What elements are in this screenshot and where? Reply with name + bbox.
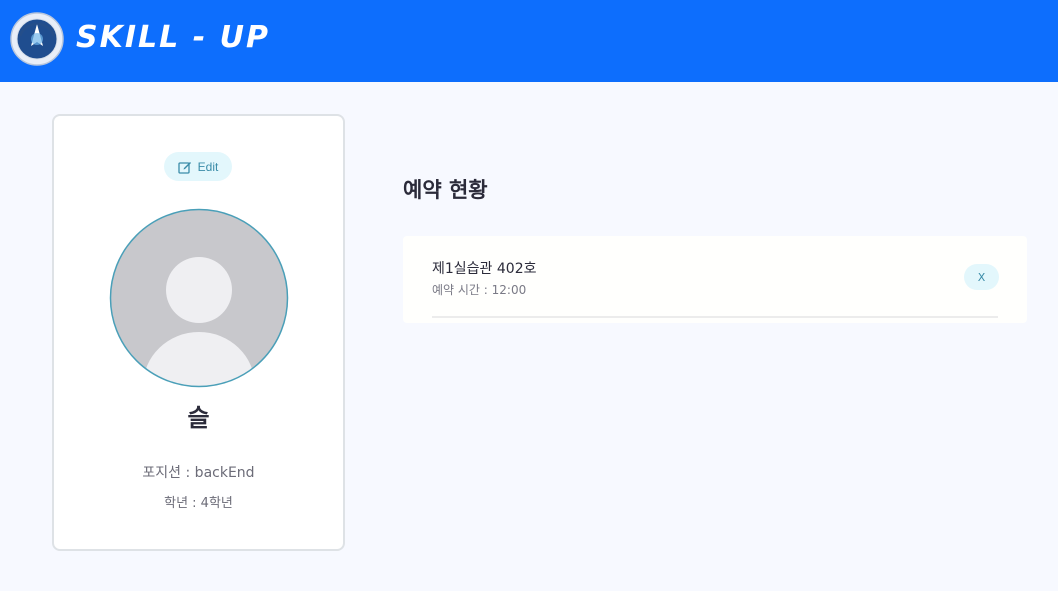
reservation-room: 제1실습관 402호	[432, 261, 537, 277]
reservation-time: 예약 시간 : 12:00	[432, 283, 527, 297]
reservation-list: 제1실습관 402호 예약 시간 : 12:00 X	[403, 236, 1027, 323]
user-name: 슬	[187, 404, 210, 432]
divider	[432, 316, 998, 318]
user-grade: 학년 : 4학년	[164, 496, 233, 511]
edit-icon	[178, 161, 191, 174]
cancel-reservation-button[interactable]: X	[964, 264, 999, 290]
app-header: SKILL - UP	[0, 0, 1058, 82]
university-seal-icon[interactable]	[10, 10, 64, 68]
user-position: 포지션 : backEnd	[142, 465, 255, 481]
edit-label: Edit	[197, 159, 219, 174]
brand-title[interactable]: SKILL - UP	[76, 18, 270, 58]
profile-card: Edit 슬 포지션 : backEnd 학년 : 4학년	[52, 114, 345, 551]
user-placeholder-icon	[109, 208, 289, 388]
reservation-section-title: 예약 현황	[403, 178, 488, 202]
edit-profile-button[interactable]: Edit	[164, 152, 232, 181]
